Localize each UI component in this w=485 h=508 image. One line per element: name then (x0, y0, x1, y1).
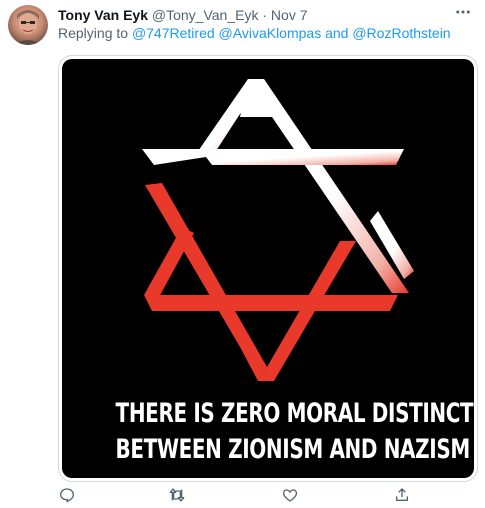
more-options-button[interactable] (449, 4, 477, 24)
mention-747retired[interactable]: @747Retired (132, 25, 215, 41)
tweet-header: Tony Van Eyk @Tony_Van_Eyk · Nov 7 (58, 6, 455, 24)
white-triangle (142, 79, 414, 293)
avatar[interactable] (8, 5, 48, 45)
tweet-date[interactable]: Nov 7 (271, 7, 308, 23)
tweet-actions (58, 488, 476, 507)
like-button[interactable] (279, 488, 301, 507)
caption-line-1: THERE IS ZERO MORAL DISTINCTION (115, 398, 474, 429)
separator-dot: · (262, 7, 268, 23)
retweet-button[interactable] (166, 488, 188, 507)
heart-icon (282, 487, 298, 508)
reply-prefix: Replying to (58, 25, 129, 41)
mention-avivaklompas[interactable]: @AvivaKlompas (219, 25, 322, 41)
media-image[interactable]: THERE IS ZERO MORAL DISTINCTION BETWEEN … (62, 59, 474, 478)
author-handle[interactable]: @Tony_Van_Eyk (152, 7, 259, 23)
mention-rozrothstein[interactable]: @RozRothstein (352, 25, 450, 41)
author-name[interactable]: Tony Van Eyk (58, 7, 148, 23)
share-button[interactable] (391, 488, 413, 507)
reply-icon (59, 487, 75, 508)
more-horizontal-icon (454, 3, 472, 26)
reply-and[interactable]: and (325, 25, 348, 41)
reply-button[interactable] (56, 488, 78, 507)
share-icon (394, 487, 410, 508)
retweet-icon (169, 487, 185, 508)
caption-line-2: BETWEEN ZIONISM AND NAZISM (115, 434, 471, 465)
tweet-media[interactable]: THERE IS ZERO MORAL DISTINCTION BETWEEN … (58, 55, 478, 482)
replying-to: Replying to @747Retired @AvivaKlompas an… (58, 24, 475, 42)
red-triangle (144, 183, 398, 381)
